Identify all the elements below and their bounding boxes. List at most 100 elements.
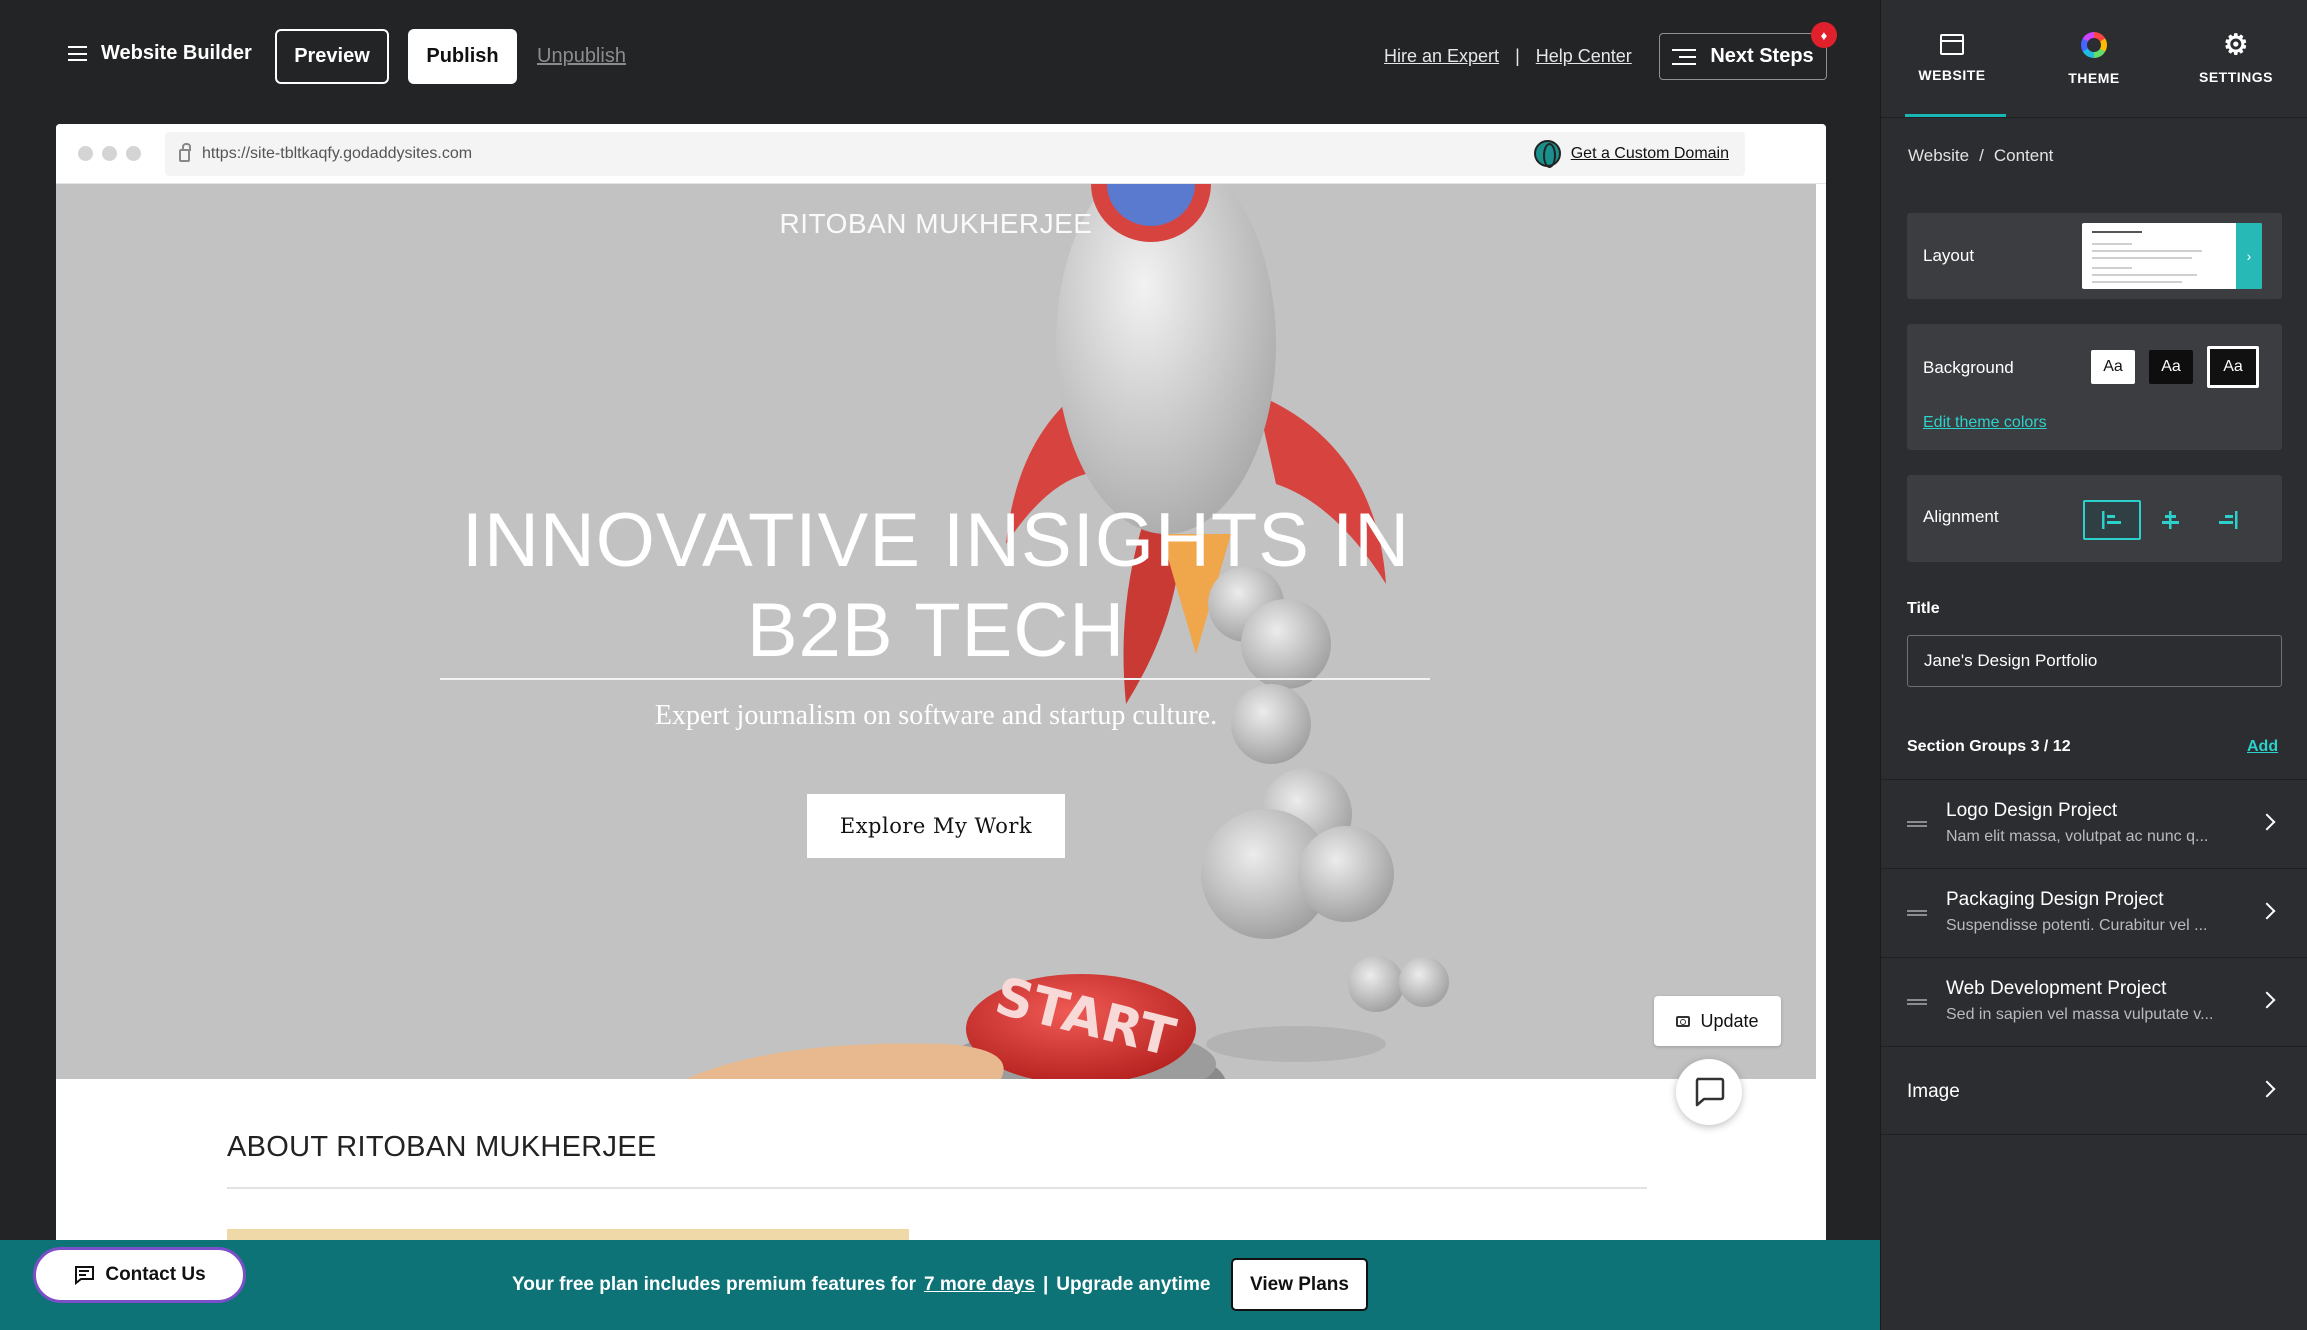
layout-card[interactable]: Layout › [1907,213,2282,299]
editor-panel: WEBSITE THEME ⚙ SETTINGS Website / Conte… [1880,0,2307,1330]
view-plans-button[interactable]: View Plans [1231,1258,1368,1311]
days-remaining-link[interactable]: 7 more days [924,1274,1035,1296]
tab-settings-label: SETTINGS [2198,68,2273,85]
align-left-button[interactable] [2083,500,2141,540]
add-section-group-link[interactable]: Add [2247,738,2278,756]
alignment-label: Alignment [1923,507,1999,526]
top-links: Hire an Expert | Help Center [1384,46,1632,67]
contact-us-button[interactable]: Contact Us [33,1247,246,1303]
section-group-description: Nam elit massa, volutpat ac nunc q... [1946,828,2209,845]
title-input[interactable] [1907,635,2282,687]
about-section[interactable]: ABOUT RITOBAN MUKHERJEE [56,1079,1816,1240]
align-center-icon [2162,511,2179,529]
hero-divider [440,678,1430,680]
edit-theme-colors-link[interactable]: Edit theme colors [1923,414,2047,432]
hero-title: INNOVATIVE INSIGHTS IN B2B TECH [56,496,1816,676]
list-item[interactable]: Logo Design Project Nam elit massa, volu… [1881,779,2307,868]
layout-arrow-icon: › [2236,223,2262,289]
chat-bubble-icon [1695,1077,1725,1107]
tab-theme[interactable]: THEME [2023,0,2165,117]
checklist-icon [1672,48,1697,65]
section-group-title: Web Development Project [1946,978,2167,999]
section-group-title: Logo Design Project [1946,800,2118,821]
drag-handle-icon[interactable] [1907,910,1927,916]
tab-website-label: WEBSITE [1918,67,1986,83]
about-image [227,1229,909,1240]
chevron-right-icon [2258,1080,2276,1098]
custom-domain-link[interactable]: Get a Custom Domain [1533,140,1729,168]
top-bar: Website Builder Preview Publish Unpublis… [0,0,1880,118]
update-label: Update [1700,1010,1759,1031]
align-left-icon [2102,511,2121,529]
website-builder-menu[interactable]: Website Builder [68,42,252,65]
window-dots [78,146,141,161]
camera-icon [1676,1015,1691,1027]
layout-label: Layout [1923,246,1975,265]
site-preview-frame: https://site-tbltkaqfy.godaddysites.com … [56,124,1826,1240]
section-groups-list: Logo Design Project Nam elit massa, volu… [1881,779,2307,1046]
chat-bubble-button[interactable] [1676,1059,1742,1125]
section-group-title: Packaging Design Project [1946,889,2164,910]
link-separator: | [1515,46,1520,66]
chevron-right-icon [2258,813,2276,831]
background-swatch-selected[interactable]: Aa [2207,346,2259,388]
tab-website[interactable]: WEBSITE [1881,0,2023,117]
hamburger-menu-icon[interactable] [68,46,87,61]
url-field: https://site-tbltkaqfy.godaddysites.com … [165,131,1745,176]
site-url: https://site-tbltkaqfy.godaddysites.com [202,144,473,162]
title-label: Title [1907,600,1940,617]
alignment-card: Alignment [1907,475,2282,562]
browser-window-icon [1940,34,1964,55]
update-image-button[interactable]: Update [1654,996,1781,1046]
globe-icon [1533,140,1561,168]
promo-text-before: Your free plan includes premium features… [512,1274,917,1295]
breadcrumb-website[interactable]: Website [1908,146,1969,166]
drag-handle-icon[interactable] [1907,999,1927,1005]
tab-settings[interactable]: ⚙ SETTINGS [2165,0,2307,117]
lock-icon [179,143,191,162]
background-card: Background Aa Aa Aa Edit theme colors [1907,324,2282,450]
chevron-right-icon [2258,991,2276,1009]
layout-thumbnail[interactable]: › [2082,223,2262,289]
preview-button[interactable]: Preview [275,29,389,84]
unpublish-link[interactable]: Unpublish [537,45,626,68]
promo-separator: | [1042,1274,1049,1295]
drag-handle-icon[interactable] [1907,821,1927,827]
site-name: RITOBAN MUKHERJEE [779,208,1093,239]
background-swatch-light[interactable]: Aa [2091,350,2135,384]
hero-section[interactable]: START RITOBAN MUKHERJEE INNOVATIVE INSIG… [56,184,1816,1079]
section-group-description: Sed in sapien vel massa vulputate v... [1946,1006,2214,1023]
background-swatch-dark[interactable]: Aa [2149,350,2193,384]
promo-message: Your free plan includes premium features… [512,1274,1210,1296]
background-label: Background [1923,358,2014,377]
alignment-options [2083,500,2257,540]
hire-expert-link[interactable]: Hire an Expert [1384,46,1499,67]
next-steps-label: Next Steps [1710,45,1814,67]
preview-scrollbar[interactable] [1816,184,1826,1240]
promo-text-after: Upgrade anytime [1056,1274,1211,1295]
breadcrumb-content: Content [1993,146,2054,165]
hero-title-line-2: B2B TECH [746,588,1126,673]
section-group-description: Suspendisse potenti. Curabitur vel ... [1946,917,2208,934]
custom-domain-label: Get a Custom Domain [1570,144,1729,162]
list-item[interactable]: Packaging Design Project Suspendisse pot… [1881,868,2307,957]
explore-my-work-button[interactable]: Explore My Work [807,794,1065,858]
next-steps-button[interactable]: Next Steps [1659,33,1827,80]
image-section-item[interactable]: Image [1881,1046,2307,1135]
panel-tabs: WEBSITE THEME ⚙ SETTINGS [1881,0,2307,118]
promo-bar: Contact Us Your free plan includes premi… [0,1240,1880,1330]
contact-us-label: Contact Us [105,1264,206,1285]
notification-bell-icon[interactable]: ♦ [1811,22,1837,48]
gear-icon: ⚙ [2223,28,2249,60]
align-right-button[interactable] [2199,500,2257,540]
about-title: ABOUT RITOBAN MUKHERJEE [227,1131,657,1163]
hero-title-line-1: INNOVATIVE INSIGHTS IN [461,498,1411,583]
list-item[interactable]: Web Development Project Sed in sapien ve… [1881,957,2307,1046]
publish-button[interactable]: Publish [408,29,517,84]
tab-theme-label: THEME [2068,69,2120,86]
section-groups-label: Section Groups 3 / 12 [1907,738,2071,755]
align-right-icon [2219,511,2238,529]
help-center-link[interactable]: Help Center [1536,46,1632,67]
align-center-button[interactable] [2141,500,2199,540]
breadcrumb-separator: / [1979,146,1984,165]
